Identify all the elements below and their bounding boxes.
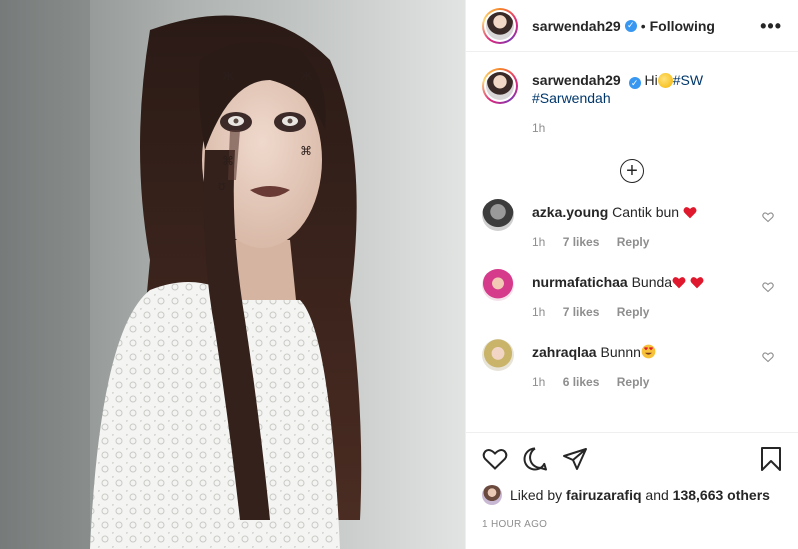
hashtag-link[interactable]: #Sarwendah: [532, 90, 611, 106]
author-avatar[interactable]: [482, 7, 518, 44]
caption-username[interactable]: sarwendah29: [532, 72, 621, 88]
verified-badge-icon: ✓: [628, 77, 641, 89]
author-username[interactable]: sarwendah29: [532, 18, 621, 34]
heart-eyes-emoji-icon: [641, 344, 656, 359]
post-panel: sarwendah29 ✓ • Following ••• sarwendah2…: [465, 0, 798, 549]
reply-button[interactable]: Reply: [617, 375, 650, 389]
svg-text:ж: ж: [300, 68, 313, 84]
like-heart-icon[interactable]: [482, 447, 508, 471]
share-send-icon[interactable]: [562, 447, 588, 471]
commenter-username[interactable]: azka.young: [532, 204, 608, 220]
comment-item: zahraqlaa Bunnn 1h 6 likes Reply: [466, 339, 798, 409]
avatar-image: [486, 72, 514, 100]
winking-tongue-emoji-icon: [657, 73, 673, 88]
liker-avatar[interactable]: [482, 485, 502, 505]
save-bookmark-icon[interactable]: [760, 446, 782, 472]
caption-body: sarwendah29 ✓ Hi #SW #Sarwendah 1h: [532, 68, 703, 137]
separator-dot: •: [640, 17, 646, 34]
commenter-avatar[interactable]: [482, 339, 514, 371]
comment-likes[interactable]: 7 likes: [563, 235, 600, 249]
reply-button[interactable]: Reply: [617, 305, 650, 319]
commenter-username[interactable]: zahraqlaa: [532, 344, 597, 360]
caption-time[interactable]: 1h: [532, 119, 703, 137]
liked-by-prefix: Liked by: [510, 487, 563, 503]
red-heart-emoji-icon: [672, 277, 686, 289]
commenter-avatar[interactable]: [482, 199, 514, 231]
like-comment-heart-icon[interactable]: [762, 281, 774, 293]
portrait-image: ж ж ⌘ ⌘ ʊ: [0, 0, 362, 549]
red-heart-emoji-icon: [683, 207, 697, 219]
liked-by: Liked by fairuzarafiq and 138,663 others: [482, 485, 782, 505]
comment-likes[interactable]: 7 likes: [563, 305, 600, 319]
post-timestamp[interactable]: 1 HOUR AGO: [482, 519, 782, 530]
commenter-username[interactable]: nurmafatichaa: [532, 274, 628, 290]
comment-icon[interactable]: [522, 446, 548, 472]
avatar-image: [486, 11, 514, 40]
red-heart-emoji-icon: [690, 277, 704, 289]
load-more-comments-icon[interactable]: +: [620, 159, 644, 183]
reply-button[interactable]: Reply: [617, 235, 650, 249]
caption-avatar[interactable]: [482, 68, 518, 104]
comment-item: nurmafatichaa Bunda 1h 7 likes Reply: [466, 269, 798, 339]
like-comment-heart-icon[interactable]: [762, 211, 774, 223]
liked-by-connector: and: [645, 487, 669, 503]
action-icons: [482, 445, 782, 473]
hashtag-link[interactable]: #SW: [673, 72, 703, 88]
post-header: sarwendah29 ✓ • Following •••: [466, 0, 798, 52]
likes-count[interactable]: 138,663 others: [673, 487, 770, 503]
more-options-icon[interactable]: •••: [760, 17, 782, 35]
svg-text:⌘: ⌘: [222, 154, 234, 168]
following-button[interactable]: Following: [650, 18, 715, 34]
commenter-avatar[interactable]: [482, 269, 514, 301]
verified-badge-icon: ✓: [624, 19, 637, 32]
svg-text:ʊ: ʊ: [218, 179, 225, 193]
comment-text: Bunnn: [600, 344, 641, 360]
comments-list: azka.young Cantik bun 1h 7 likes Reply n…: [466, 199, 798, 409]
comment-time[interactable]: 1h: [532, 235, 545, 249]
comment-time[interactable]: 1h: [532, 305, 545, 319]
caption-text: Hi: [644, 72, 658, 88]
post-photo[interactable]: ж ж ⌘ ⌘ ʊ: [0, 0, 465, 549]
comment-likes[interactable]: 6 likes: [563, 375, 600, 389]
comment-text: Cantik bun: [612, 204, 680, 220]
liker-username[interactable]: fairuzarafiq: [566, 487, 641, 503]
like-comment-heart-icon[interactable]: [762, 351, 774, 363]
comment-text: Bunda: [631, 274, 673, 290]
comment-time[interactable]: 1h: [532, 375, 545, 389]
svg-text:ж: ж: [222, 68, 235, 84]
caption: sarwendah29 ✓ Hi #SW #Sarwendah 1h: [466, 52, 798, 137]
comment-item: azka.young Cantik bun 1h 7 likes Reply: [466, 199, 798, 269]
svg-text:⌘: ⌘: [300, 144, 312, 158]
post-actions: Liked by fairuzarafiq and 138,663 others…: [466, 432, 798, 549]
